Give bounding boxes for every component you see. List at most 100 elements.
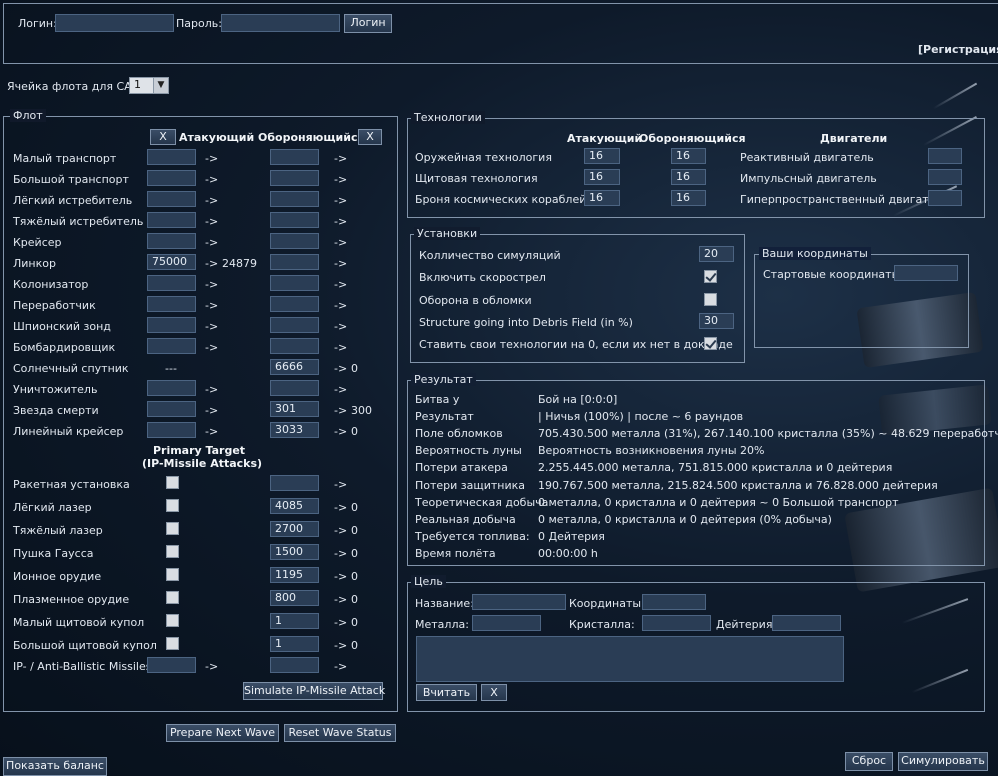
primary-target-checkbox[interactable] [166, 614, 179, 627]
read-report-button[interactable]: Вчитать [416, 684, 477, 701]
defense-arrow: -> [334, 593, 348, 606]
primary-target-checkbox[interactable] [166, 499, 179, 512]
primary-target-checkbox[interactable] [166, 545, 179, 558]
ship-attacker-input[interactable] [147, 149, 196, 165]
target-deuterium-input[interactable] [772, 615, 841, 631]
password-input[interactable] [221, 14, 340, 32]
ship-attacker-input[interactable] [147, 191, 196, 207]
defense-defender-input[interactable]: 2700 [270, 521, 319, 537]
target-coords-input[interactable] [642, 594, 706, 610]
ship-defender-input[interactable]: 6666 [270, 359, 319, 375]
attacker-result-value: 24879 [222, 257, 257, 270]
ship-attacker-input[interactable] [147, 317, 196, 333]
structure-df-input[interactable]: 30 [699, 313, 734, 329]
target-coords-label: Координаты: [569, 597, 645, 610]
ship-attacker-input[interactable]: 75000 [147, 254, 196, 270]
defender-result-value: 0 [351, 362, 358, 375]
defense-result-value: 0 [351, 570, 358, 583]
defender-arrow: -> [334, 236, 348, 249]
login-input[interactable] [55, 14, 174, 32]
engine-input[interactable] [928, 148, 962, 164]
result-legend: Результат [411, 373, 476, 386]
tech-defender-input[interactable]: 16 [671, 148, 706, 164]
result-value: 0 металла, 0 кристалла и 0 дейтерия (0% … [538, 512, 832, 526]
rapidfire-checkbox[interactable] [704, 270, 717, 283]
ship-defender-input[interactable] [270, 149, 319, 165]
defense-defender-input[interactable]: 1500 [270, 544, 319, 560]
primary-target-checkbox[interactable] [166, 568, 179, 581]
simulations-input[interactable]: 20 [699, 246, 734, 262]
ship-defender-input[interactable] [270, 170, 319, 186]
ship-defender-input[interactable] [270, 275, 319, 291]
primary-target-checkbox[interactable] [166, 476, 179, 489]
tech-defender-input[interactable]: 16 [671, 169, 706, 185]
ship-attacker-input[interactable] [147, 233, 196, 249]
defense-result-value: 0 [351, 639, 358, 652]
clear-attacker-button[interactable]: X [150, 129, 176, 145]
primary-target-checkbox[interactable] [166, 591, 179, 604]
ship-attacker-input[interactable] [147, 275, 196, 291]
defense-result-value: 0 [351, 501, 358, 514]
zero-tech-checkbox[interactable] [704, 337, 717, 350]
defense-arrow: -> [334, 524, 348, 537]
register-link[interactable]: [Регистрация [918, 43, 998, 56]
ship-attacker-input[interactable] [147, 380, 196, 396]
ship-attacker-input[interactable] [147, 296, 196, 312]
defense-defender-input[interactable]: 800 [270, 590, 319, 606]
defender-arrow: -> [334, 320, 348, 333]
ship-defender-input[interactable] [270, 380, 319, 396]
tech-attacker-input[interactable]: 16 [584, 148, 620, 164]
target-name-input[interactable] [472, 594, 566, 610]
defense-defender-input[interactable] [270, 475, 319, 491]
tech-attacker-input[interactable]: 16 [584, 190, 620, 206]
target-metal-input[interactable] [472, 615, 541, 631]
defense-df-checkbox[interactable] [704, 293, 717, 306]
ship-attacker-input[interactable] [147, 422, 196, 438]
ship-defender-input[interactable] [270, 254, 319, 270]
clear-defender-button[interactable]: X [358, 129, 382, 145]
fleet-slot-select[interactable]: 1 ▼ [129, 77, 169, 94]
primary-target-checkbox[interactable] [166, 522, 179, 535]
ship-defender-input[interactable] [270, 296, 319, 312]
ship-attacker-input[interactable] [147, 170, 196, 186]
ship-defender-input[interactable]: 3033 [270, 422, 319, 438]
ship-defender-input[interactable]: 301 [270, 401, 319, 417]
ship-name-label: Большой транспорт [13, 173, 129, 186]
defense-name-label: Пушка Гаусса [13, 547, 94, 560]
defense-defender-input[interactable]: 4085 [270, 498, 319, 514]
primary-target-checkbox[interactable] [166, 637, 179, 650]
missiles-defender-input[interactable] [270, 657, 319, 673]
prepare-next-wave-button[interactable]: Prepare Next Wave [166, 724, 279, 742]
start-coords-input[interactable] [894, 265, 958, 281]
ship-attacker-input[interactable] [147, 401, 196, 417]
ship-defender-input[interactable] [270, 212, 319, 228]
defense-defender-input[interactable]: 1195 [270, 567, 319, 583]
reset-wave-status-button[interactable]: Reset Wave Status [284, 724, 396, 742]
defense-arrow: -> [334, 616, 348, 629]
clear-report-button[interactable]: X [481, 684, 507, 701]
reset-button[interactable]: Сброс [845, 752, 893, 771]
primary-target-title: Primary Target [152, 444, 246, 457]
defense-defender-input[interactable]: 1 [270, 613, 319, 629]
show-balance-button[interactable]: Показать баланс [3, 757, 107, 776]
target-crystal-input[interactable] [642, 615, 711, 631]
ship-defender-input[interactable] [270, 233, 319, 249]
ship-attacker-input[interactable] [147, 212, 196, 228]
missiles-attacker-input[interactable] [147, 657, 196, 673]
defense-defender-input[interactable]: 1 [270, 636, 319, 652]
ship-attacker-input[interactable] [147, 338, 196, 354]
ship-defender-input[interactable] [270, 317, 319, 333]
engine-input[interactable] [928, 190, 962, 206]
ship-defender-input[interactable] [270, 338, 319, 354]
spy-report-textarea[interactable] [416, 636, 844, 682]
simulate-button[interactable]: Симулировать [898, 752, 988, 771]
result-value: 0 металла, 0 кристалла и 0 дейтерия ~ 0 … [538, 495, 899, 509]
simulate-ip-missile-button[interactable]: Simulate IP-Missile Attack [243, 682, 385, 700]
engine-input[interactable] [928, 169, 962, 185]
login-button[interactable]: Логин [344, 14, 392, 33]
tech-defender-input[interactable]: 16 [671, 190, 706, 206]
tech-attacker-input[interactable]: 16 [584, 169, 620, 185]
result-value: 0 Дейтерия [538, 529, 605, 543]
ship-defender-input[interactable] [270, 191, 319, 207]
target-name-label: Название: [415, 597, 474, 610]
